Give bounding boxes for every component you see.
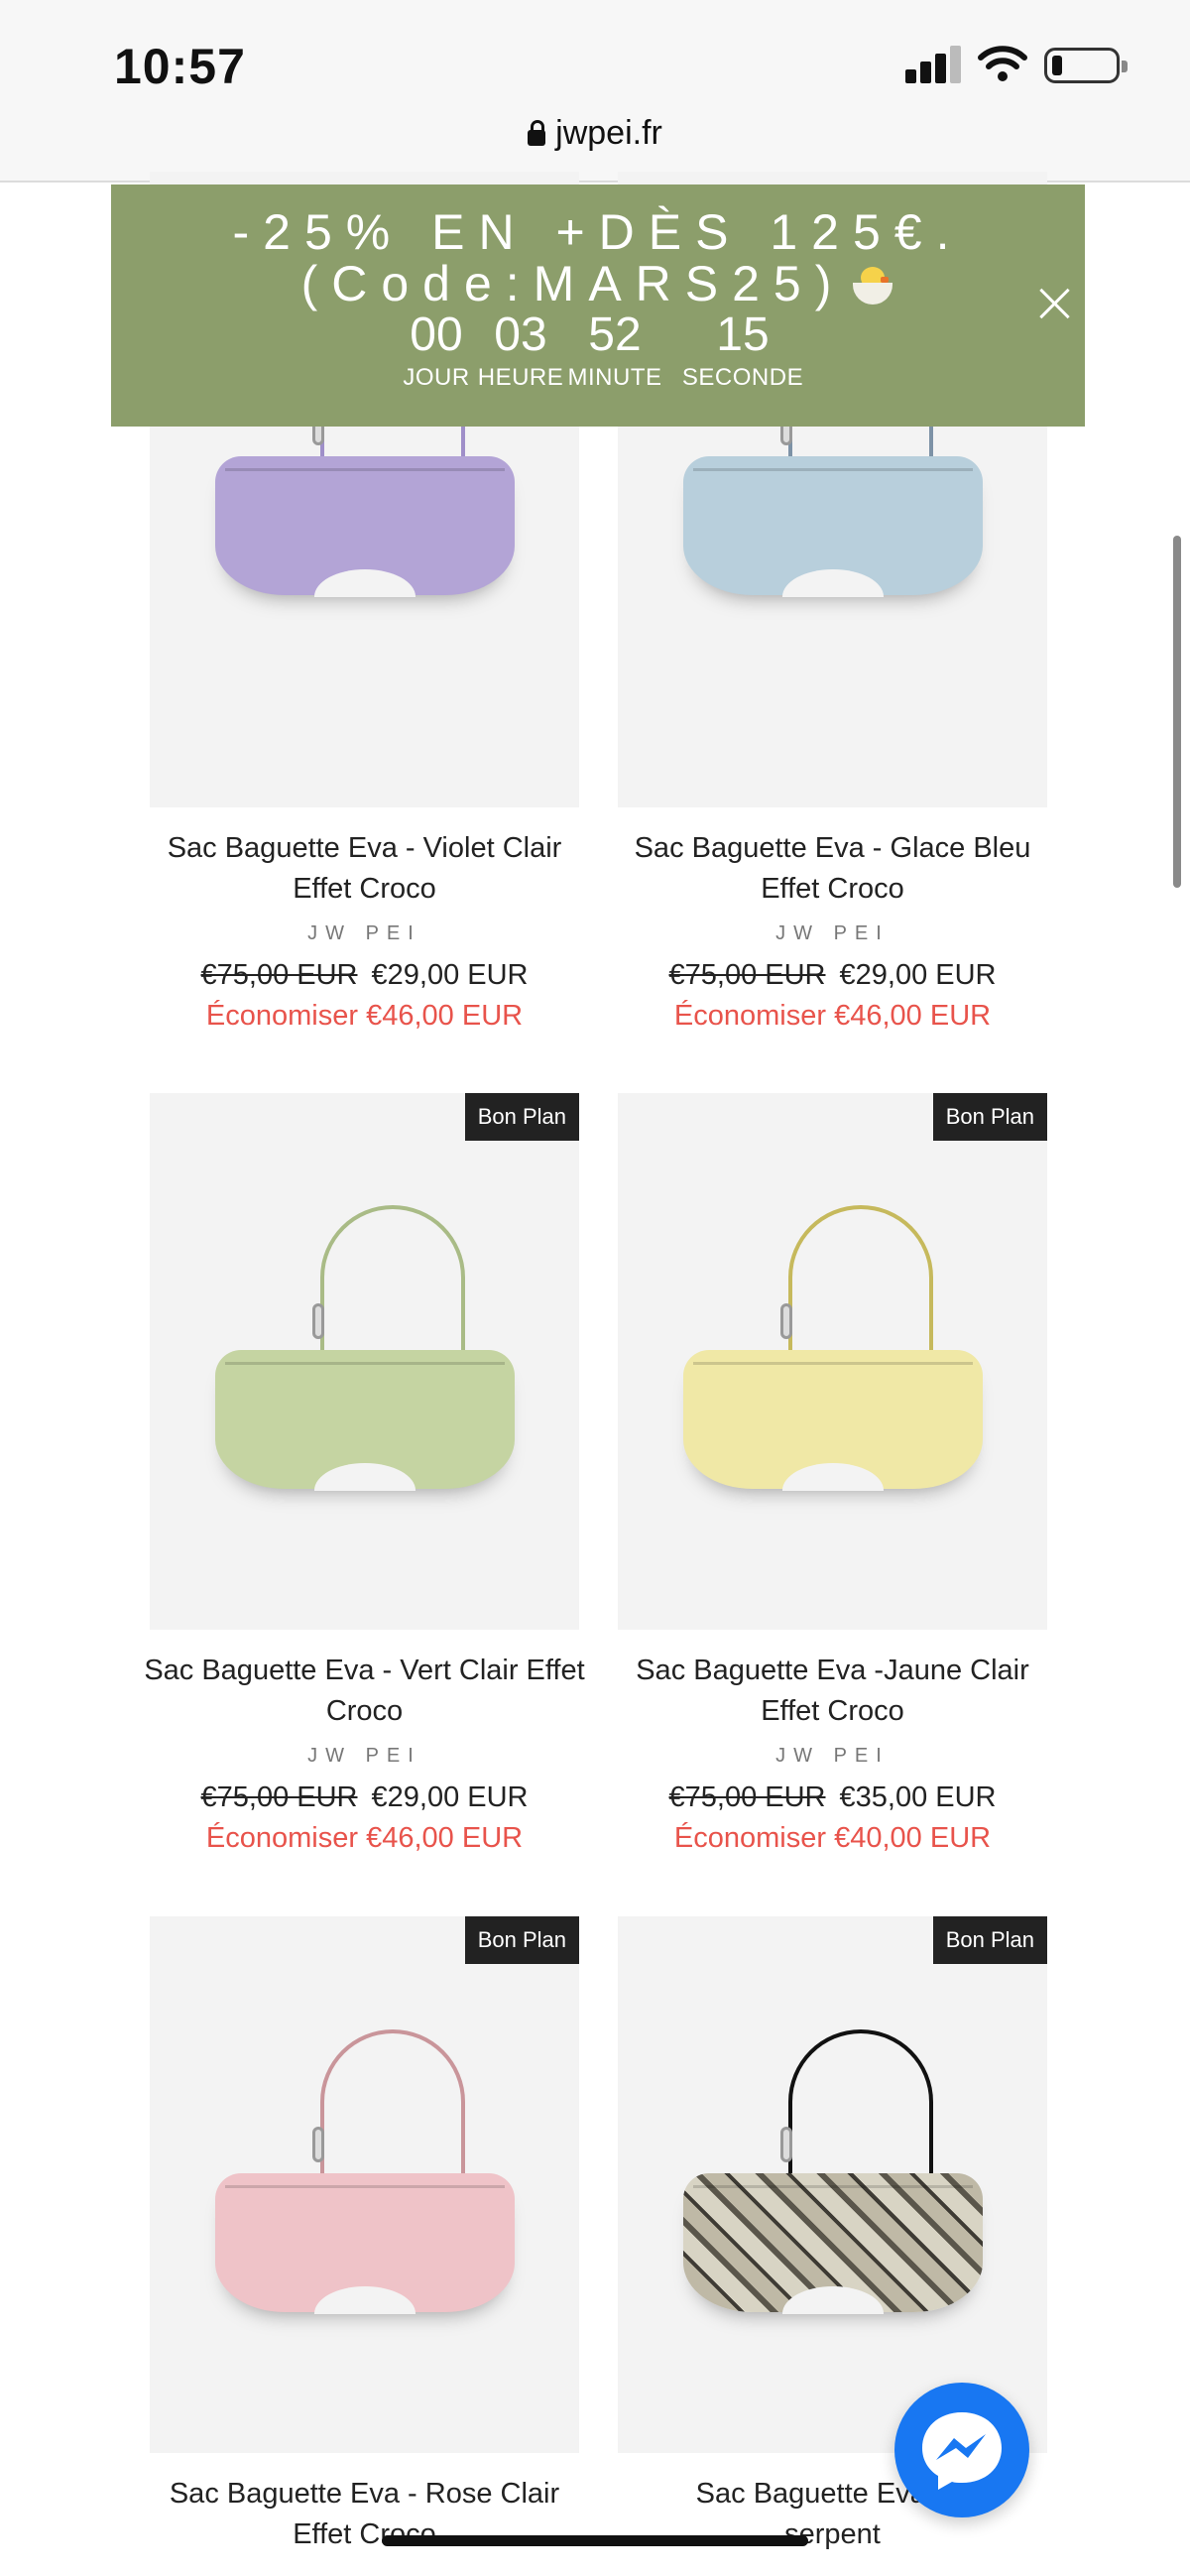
sale-price: €29,00 EUR: [839, 959, 997, 991]
bon-plan-badge: Bon Plan: [932, 1093, 1047, 1141]
original-price: €75,00 EUR: [200, 959, 358, 991]
product-brand: JW PEI: [775, 1745, 890, 1767]
countdown-minutes: 52 MINUTE: [560, 307, 669, 393]
countdown-hours-label: HEURE: [477, 364, 564, 391]
product-title[interactable]: Sac Baguette Eva - Violet Clair Effet Cr…: [142, 828, 587, 910]
savings-text: Économiser €46,00 EUR: [673, 1000, 992, 1032]
product-title[interactable]: Sac Baguette Eva - Vert Clair Effet Croc…: [142, 1651, 587, 1732]
sale-price: €35,00 EUR: [839, 1781, 997, 1813]
product-image[interactable]: Bon Plan: [150, 1093, 579, 1630]
promo-banner: -25% EN +DÈS 125€. (Code:MARS25) 00 JOUR…: [111, 184, 1085, 427]
page-scrollbar[interactable]: [1173, 536, 1181, 888]
original-price: €75,00 EUR: [668, 1781, 826, 1813]
product-brand: JW PEI: [775, 922, 890, 944]
sale-price: €29,00 EUR: [371, 959, 529, 991]
countdown-hours-value: 03: [494, 308, 547, 361]
bon-plan-badge: Bon Plan: [464, 1093, 579, 1141]
hatching-chick-icon: [851, 265, 894, 305]
promo-code-text: (Code:MARS25): [300, 256, 846, 311]
bon-plan-badge: Bon Plan: [464, 1916, 579, 1964]
product-brand: JW PEI: [307, 1745, 421, 1767]
countdown-hours: 03 HEURE: [466, 307, 575, 393]
original-price: €75,00 EUR: [200, 1781, 358, 1813]
bon-plan-badge: Bon Plan: [932, 1916, 1047, 1964]
product-title[interactable]: Sac Baguette Eva -Jaune Clair Effet Croc…: [610, 1651, 1055, 1732]
lock-icon: [528, 120, 546, 146]
battery-icon: [1044, 48, 1128, 83]
product-image[interactable]: Bon Plan: [618, 1916, 1047, 2453]
countdown-seconds-value: 15: [716, 308, 770, 361]
countdown-minutes-value: 52: [588, 308, 642, 361]
countdown-minutes-label: MINUTE: [567, 364, 662, 391]
savings-text: Économiser €40,00 EUR: [673, 1822, 992, 1854]
sale-price: €29,00 EUR: [371, 1781, 529, 1813]
countdown-seconds: 15 SECONDE: [678, 307, 807, 393]
savings-text: Économiser €46,00 EUR: [205, 1822, 524, 1854]
countdown-timer: 00 JOUR 03 HEURE 52 MINUTE 15 SECONDE: [111, 307, 1085, 417]
product-title[interactable]: Sac Baguette Eva - Glace Bleu Effet Croc…: [610, 828, 1055, 910]
promo-line-1: -25% EN +DÈS 125€.: [232, 204, 964, 260]
url-text: jwpei.fr: [555, 114, 662, 152]
home-indicator: [382, 2535, 808, 2546]
messenger-icon: [922, 2412, 1002, 2490]
cellular-signal-icon: [905, 44, 965, 83]
promo-line-2: (Code:MARS25): [111, 258, 1085, 309]
browser-top-bar: 10:57 jwpei.fr: [0, 0, 1190, 183]
original-price: €75,00 EUR: [668, 959, 826, 991]
address-bar[interactable]: jwpei.fr: [0, 114, 1190, 153]
product-image[interactable]: Bon Plan: [618, 1093, 1047, 1630]
product-image[interactable]: Bon Plan: [150, 1916, 579, 2453]
wifi-icon: [978, 46, 1027, 81]
product-brand: JW PEI: [307, 922, 421, 944]
countdown-seconds-label: SECONDE: [681, 364, 804, 391]
status-time: 10:57: [114, 39, 246, 94]
messenger-chat-button[interactable]: [894, 2383, 1029, 2517]
close-icon[interactable]: [1031, 280, 1079, 327]
savings-text: Économiser €46,00 EUR: [205, 1000, 524, 1032]
